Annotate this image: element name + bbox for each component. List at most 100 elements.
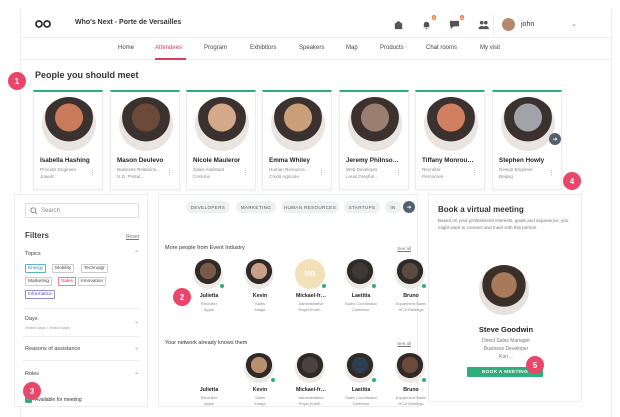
- days-sublabel: Select days / Select days: [25, 325, 70, 330]
- tag-energy[interactable]: Energy: [25, 264, 47, 273]
- tag-innovation[interactable]: Innovation: [78, 277, 107, 286]
- category-chip[interactable]: IN: [385, 201, 401, 213]
- reasons-label[interactable]: Reasons of assistance: [25, 346, 139, 352]
- see-all-link[interactable]: See all: [397, 341, 411, 346]
- tab-exhibitors[interactable]: Exhibitors: [250, 45, 276, 51]
- online-indicator: [219, 283, 225, 289]
- person-card[interactable]: Mason Deulevo Business Relations… U.D. Pos…: [110, 90, 180, 190]
- recommendations-panel: DEVELOPERS MARKETING HUMAN RESOURCES STA…: [158, 194, 427, 407]
- avatar: [193, 353, 223, 383]
- days-label[interactable]: Days: [25, 316, 139, 322]
- tag-informatica[interactable]: Informatica: [25, 290, 55, 299]
- person-name: Jeremy Philnso…: [346, 157, 399, 164]
- arrow-right-icon: ➜: [406, 204, 412, 211]
- person-job: Business Relations…: [117, 167, 161, 172]
- person-job: Sales: [254, 301, 265, 306]
- tab-program[interactable]: Program: [204, 45, 227, 51]
- divider: [23, 336, 141, 337]
- person-job: Administrative: [298, 301, 324, 306]
- tab-my-visit[interactable]: My visit: [480, 45, 500, 51]
- avatar: [295, 353, 325, 383]
- main-nav: Home Attendees Program Exhibitors Speake…: [21, 38, 613, 60]
- roles-label[interactable]: Roles: [25, 371, 139, 377]
- person-card[interactable]: Tiffany Monrou… Recruiter Pernoroes ⋮: [415, 90, 485, 190]
- callout-5: 5: [526, 356, 544, 374]
- tab-home[interactable]: Home: [118, 45, 134, 51]
- person-name: Stephen Howly: [499, 157, 545, 164]
- chat-icon[interactable]: 4: [447, 15, 464, 31]
- app-logo[interactable]: [35, 19, 51, 29]
- person-card[interactable]: Jeremy Philnso… Web Developer Louis Dreyfu…: [339, 90, 409, 190]
- carousel-next-button[interactable]: ➜: [549, 133, 561, 145]
- divider: [23, 308, 141, 309]
- person-job: Recruiter: [200, 301, 218, 306]
- person-name: Mason Deulevo: [117, 157, 164, 164]
- chevron-down-icon[interactable]: ⌄: [134, 318, 139, 325]
- tag-mobility[interactable]: Mobility: [52, 264, 75, 273]
- chevron-down-icon[interactable]: ⌄: [134, 344, 139, 351]
- more-options-icon[interactable]: ⋮: [395, 169, 402, 177]
- bell-icon[interactable]: 2: [419, 15, 436, 31]
- person-company: Jowalz: [40, 174, 55, 179]
- chips-next-button[interactable]: ➜: [403, 201, 415, 213]
- tab-attendees[interactable]: Attendees: [155, 45, 182, 51]
- person-job: Sales Coordinator: [344, 301, 378, 306]
- contacts-icon[interactable]: [476, 17, 490, 31]
- more-options-icon[interactable]: ⋮: [242, 169, 249, 177]
- more-options-icon[interactable]: ⋮: [548, 169, 555, 177]
- chevron-down-icon: ⌄: [571, 21, 577, 28]
- avatar: [271, 97, 325, 151]
- person-job: Sales Coordinator: [344, 395, 378, 400]
- avatar: [119, 97, 173, 151]
- tab-chat-rooms[interactable]: Chat rooms: [426, 45, 457, 51]
- category-chip[interactable]: STARTUPS: [344, 201, 380, 213]
- person-name: Kevin: [252, 293, 268, 299]
- person-company: Image: [254, 401, 266, 406]
- more-options-icon[interactable]: ⋮: [166, 169, 173, 177]
- more-options-icon[interactable]: ⋮: [89, 169, 96, 177]
- network-section-title: Your network already knows them: [165, 340, 248, 346]
- person-company: Cenlone: [193, 174, 211, 179]
- person-company: Credit Agricole: [269, 174, 299, 179]
- tag-sales[interactable]: Sales: [58, 277, 76, 286]
- virtual-meeting-description: Based on your professional interests, go…: [438, 218, 569, 230]
- online-indicator: [321, 283, 327, 289]
- search-input[interactable]: Search: [25, 203, 139, 218]
- user-menu[interactable]: john ⌄: [493, 14, 585, 35]
- category-chip[interactable]: HUMAN RESOURCES: [281, 201, 339, 213]
- category-chip[interactable]: DEVELOPERS: [186, 201, 230, 213]
- avatar: [501, 97, 555, 151]
- more-options-icon[interactable]: ⋮: [471, 169, 478, 177]
- category-chip[interactable]: MARKETING: [236, 201, 276, 213]
- person-card[interactable]: Nicole Mauleror Sales Assistant Cenlone ⋮: [186, 90, 256, 190]
- active-tab-indicator: [155, 58, 186, 60]
- tab-speakers[interactable]: Speakers: [299, 45, 324, 51]
- person-card[interactable]: Isabella Hashing Process Engineer Jowalz ⋮: [33, 90, 103, 190]
- person-company: Apple: [203, 307, 215, 312]
- chevron-down-icon[interactable]: ⌄: [134, 369, 139, 376]
- reset-filters-link[interactable]: Reset: [126, 234, 139, 240]
- home-icon[interactable]: [391, 17, 405, 31]
- person-card[interactable]: Emma Whiley Human Resource… Credit Agricol…: [262, 90, 332, 190]
- avatar[interactable]: [479, 265, 529, 315]
- tab-map[interactable]: Map: [346, 45, 358, 51]
- more-options-icon[interactable]: ⋮: [318, 169, 325, 177]
- person-job: Administrative: [298, 395, 324, 400]
- notification-badge: 2: [431, 15, 436, 20]
- tag-marketing[interactable]: Marketing: [25, 277, 53, 286]
- search-icon: [30, 207, 38, 215]
- person-job: Sales: [254, 395, 265, 400]
- person-job: Recruiter: [200, 395, 218, 400]
- see-all-link[interactable]: See all: [397, 246, 411, 251]
- online-indicator: [270, 377, 276, 383]
- person-company: Louis Dreyfus…: [346, 174, 379, 179]
- suggested-person-name[interactable]: Steve Goodwin: [429, 325, 583, 334]
- tag-technology[interactable]: Technolgr: [81, 264, 108, 273]
- topics-label[interactable]: Topics: [25, 251, 139, 257]
- tab-products[interactable]: Products: [380, 45, 404, 51]
- virtual-meeting-title: Book a virtual meeting: [438, 205, 524, 214]
- person-name: Nicole Mauleror: [193, 157, 241, 164]
- suggested-person-job: Direct Sales Manager: [481, 338, 531, 344]
- person-name: Tiffany Monrou…: [422, 157, 474, 164]
- chevron-up-icon[interactable]: ⌃: [134, 250, 139, 257]
